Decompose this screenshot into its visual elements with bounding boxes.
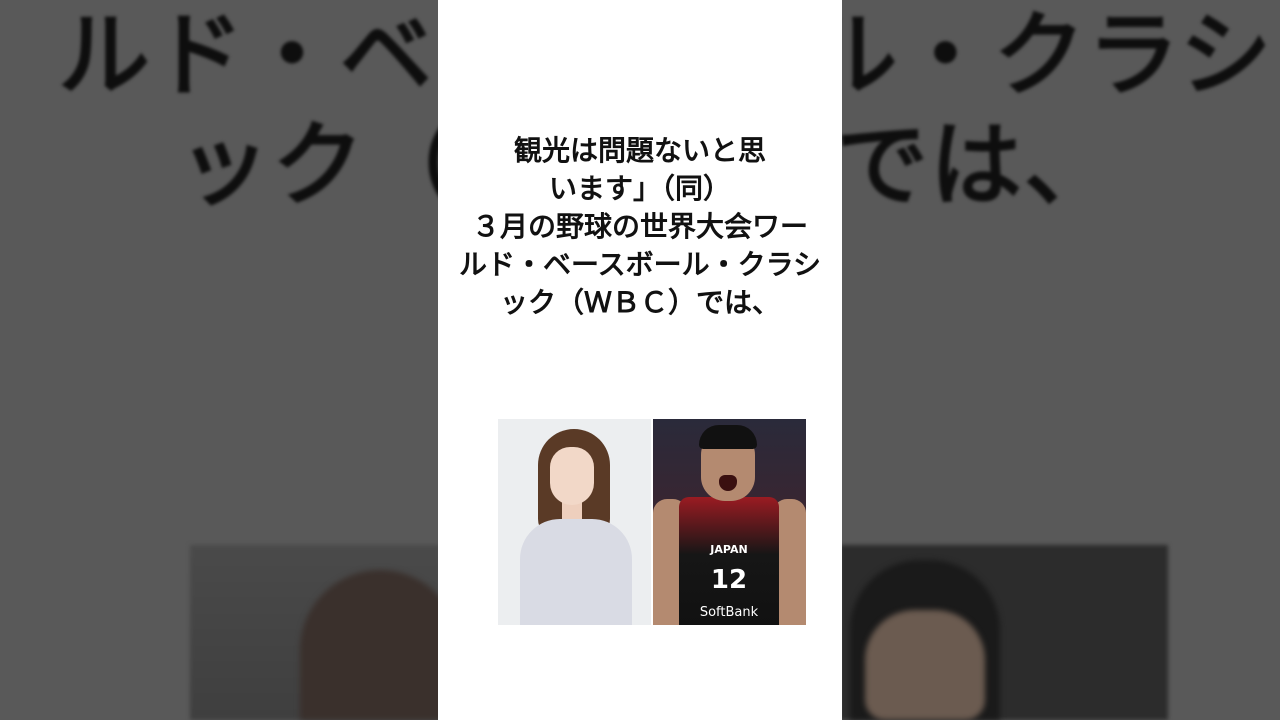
video-frame: 観光は問題ないと思 います」（同） ３月の野球の世界大会ワー ルド・ベースボール… <box>438 0 842 720</box>
basketball-player-photo: JAPAN 12 SoftBank <box>653 419 806 625</box>
jersey-number: 12 <box>710 565 748 595</box>
caption-line-1: 観光は問題ないと思 <box>513 134 766 167</box>
caption: 観光は問題ないと思 います」（同） ３月の野球の世界大会ワー ルド・ベースボール… <box>438 132 842 322</box>
woman-photo <box>498 419 651 625</box>
background-player-face <box>865 610 985 720</box>
background-woman-silhouette <box>300 570 460 720</box>
caption-line-2: います」（同） <box>548 172 731 205</box>
player-hair <box>699 425 757 449</box>
photo-pair: JAPAN 12 SoftBank <box>498 419 806 625</box>
caption-line-5: ック（ＷＢＣ）では、 <box>499 286 780 319</box>
caption-line-3: ３月の野球の世界大会ワー <box>471 210 808 243</box>
jersey-sponsor: SoftBank <box>699 605 759 620</box>
jersey-team-text: JAPAN <box>710 543 748 556</box>
caption-line-4: ルド・ベースボール・クラシ <box>458 248 822 281</box>
woman-cardigan <box>520 519 632 625</box>
woman-face <box>550 447 594 505</box>
